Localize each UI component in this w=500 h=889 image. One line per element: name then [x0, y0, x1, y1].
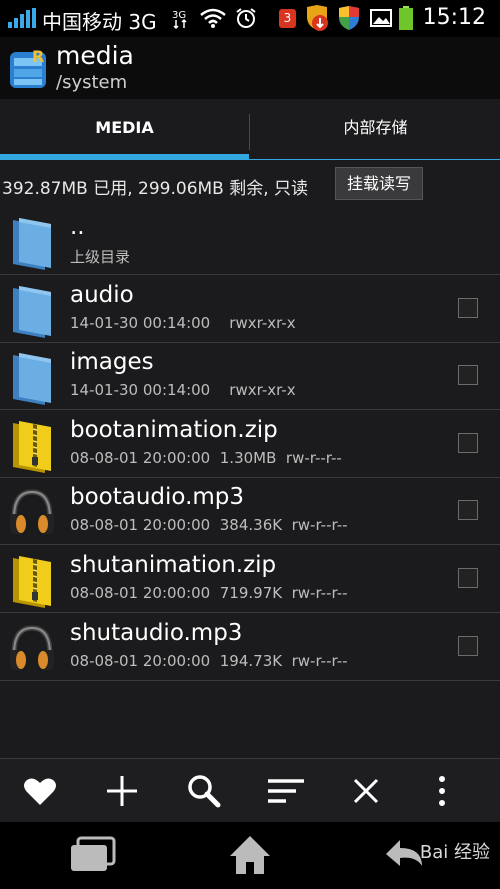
select-checkbox[interactable] — [458, 432, 478, 453]
select-checkbox[interactable] — [458, 365, 478, 386]
app-logo-icon[interactable]: R — [8, 46, 48, 90]
file-name: bootanimation.zip — [70, 416, 278, 443]
file-meta: 08-08-01 20:00:00 384.36K rw-r--r-- — [70, 516, 348, 535]
notification-badge: 3 — [279, 9, 296, 28]
parent-directory-row[interactable]: .. 上级目录 — [0, 208, 500, 275]
watermark: Bai 经验 — [419, 842, 490, 863]
file-meta: 14-01-30 00:14:00 rwxr-xr-x — [70, 381, 296, 400]
file-meta: 08-08-01 20:00:00 719.97K rw-r--r-- — [70, 584, 348, 602]
file-meta: 上级目录 — [70, 248, 131, 266]
file-name: shutanimation.zip — [70, 552, 277, 578]
page-title: media — [56, 41, 134, 70]
plus-icon[interactable] — [98, 767, 146, 815]
mount-rw-button[interactable]: 挂载读写 — [335, 167, 423, 200]
file-meta: 08-08-01 20:00:00 194.73K rw-r--r-- — [70, 651, 348, 670]
select-checkbox[interactable] — [458, 635, 478, 656]
sort-icon[interactable] — [262, 767, 310, 815]
zip-file-icon — [13, 420, 51, 473]
svg-text:R: R — [32, 47, 44, 66]
file-row[interactable]: shutaudio.mp3 08-08-01 20:00:00 194.73K r… — [0, 614, 500, 681]
file-name: shutaudio.mp3 — [70, 619, 243, 646]
tab-media[interactable]: MEDIA — [0, 99, 249, 159]
screenshot-icon — [370, 9, 392, 27]
file-row[interactable]: audio 14-01-30 00:14:00 rwxr-xr-x — [0, 276, 500, 343]
title-bar: R media /system — [0, 37, 500, 99]
folder-icon — [13, 285, 51, 338]
heart-icon[interactable] — [16, 767, 64, 815]
tab-divider — [249, 114, 250, 150]
file-row[interactable]: shutanimation.zip 08-08-01 20:00:00 719.9… — [0, 546, 500, 613]
current-path: /system — [56, 72, 128, 93]
headphones-icon — [10, 625, 54, 670]
more-icon[interactable] — [418, 767, 466, 815]
shield-icon — [339, 6, 359, 30]
file-name: bootaudio.mp3 — [70, 484, 245, 511]
home-icon[interactable] — [228, 834, 272, 876]
search-icon[interactable] — [180, 767, 228, 815]
zip-file-icon — [13, 556, 51, 608]
carrier-label: 中国移动 3G — [42, 10, 157, 34]
file-name: .. — [70, 214, 85, 240]
tab-active-indicator — [0, 154, 249, 160]
action-bar — [0, 758, 500, 823]
file-name: audio — [70, 281, 134, 308]
close-icon[interactable] — [342, 767, 390, 815]
storage-info-bar: 392.87MB 已用, 299.06MB 剩余, 只读 — [0, 161, 500, 207]
headphones-icon — [10, 489, 54, 535]
tab-bar: MEDIA 内部存储 — [0, 99, 500, 161]
folder-icon — [13, 353, 51, 406]
select-checkbox[interactable] — [458, 297, 478, 318]
battery-icon — [399, 6, 413, 30]
security-alert-icon — [307, 5, 328, 31]
storage-info-text: 392.87MB 已用, 299.06MB 剩余, 只读 — [2, 179, 309, 199]
wifi-icon — [200, 8, 226, 28]
clock: 15:12 — [422, 5, 486, 30]
file-meta: 14-01-30 00:14:00 rwxr-xr-x — [70, 313, 296, 332]
file-name: images — [70, 349, 154, 376]
tab-internal-storage[interactable]: 内部存储 — [251, 99, 500, 159]
select-checkbox[interactable] — [458, 568, 478, 588]
status-bar: 中国移动 3G 3G 3 15:12 — [0, 0, 500, 37]
file-row[interactable]: images 14-01-30 00:14:00 rwxr-xr-x — [0, 343, 500, 411]
file-row[interactable]: bootanimation.zip 08-08-01 20:00:00 1.30M… — [0, 411, 500, 478]
recent-apps-icon[interactable] — [68, 836, 118, 874]
file-row[interactable]: bootaudio.mp3 08-08-01 20:00:00 384.36K r… — [0, 478, 500, 546]
folder-icon — [13, 218, 51, 270]
signal-icon — [8, 8, 36, 28]
system-nav-bar: Bai 经验 — [0, 822, 500, 889]
file-meta: 08-08-01 20:00:00 1.30MB rw-r--r-- — [70, 448, 342, 467]
select-checkbox[interactable] — [458, 500, 478, 521]
data-activity-icon: 3G — [172, 10, 187, 29]
alarm-icon — [236, 8, 256, 28]
